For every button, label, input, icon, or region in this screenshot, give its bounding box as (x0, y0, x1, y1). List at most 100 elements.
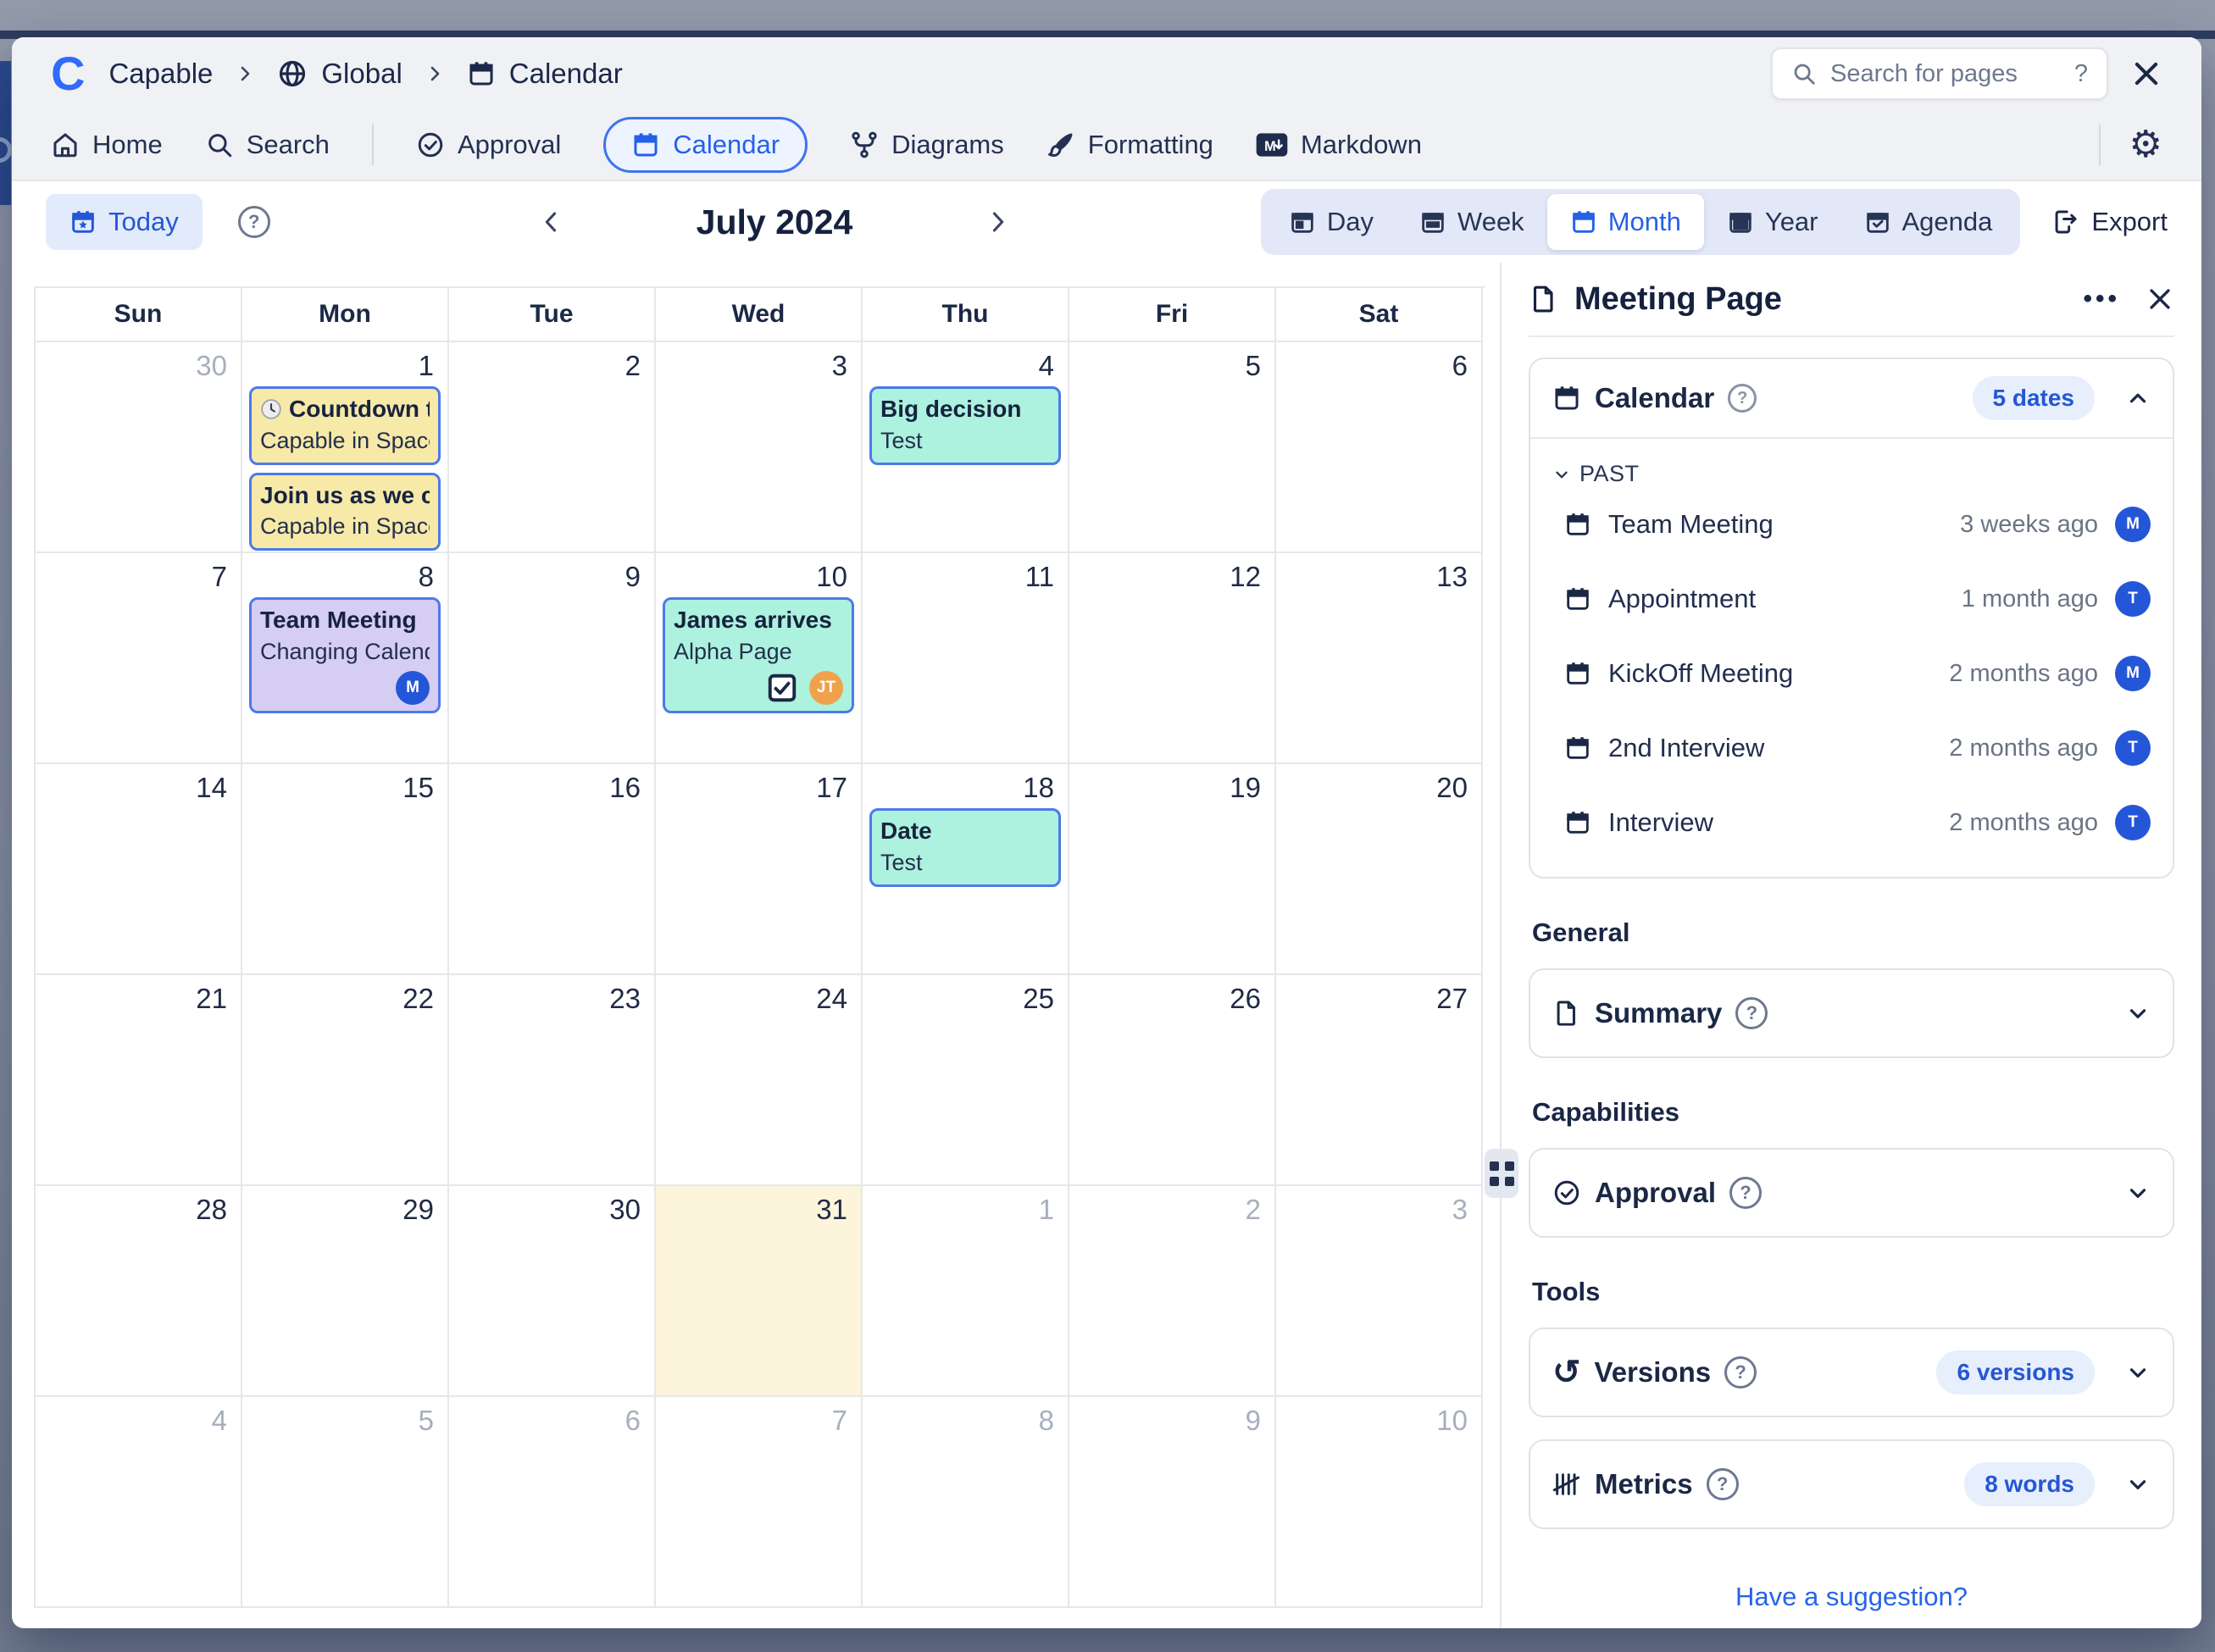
day-cell[interactable]: 17 (656, 764, 863, 975)
more-options-icon[interactable]: ••• (2083, 285, 2120, 313)
calendar-event-date-event[interactable]: DateTest (869, 808, 1061, 886)
breadcrumb-global[interactable]: Global (277, 58, 402, 90)
calendar-event-team-meeting[interactable]: Team MeetingChanging Calendar ...M (249, 597, 441, 712)
meeting-row[interactable]: 2nd Interview2 months agoT (1552, 711, 2151, 785)
versions-card-header[interactable]: ↺ Versions ? 6 versions (1530, 1329, 2173, 1416)
calendar-event-join-us[interactable]: Join us as we cou...Capable in Space L..… (249, 473, 441, 551)
page-search[interactable]: ? (1771, 47, 2108, 100)
day-cell[interactable]: 30 (36, 342, 242, 553)
day-cell[interactable]: 26 (1069, 975, 1276, 1186)
day-cell[interactable]: 7 (36, 553, 242, 764)
past-group-toggle[interactable]: PAST (1552, 461, 1640, 487)
day-cell[interactable]: 9 (1069, 1397, 1276, 1608)
day-cell[interactable]: 20 (1276, 764, 1483, 975)
day-cell[interactable]: 1Countdown to ...Capable in Space L...Jo… (242, 342, 449, 553)
breadcrumb-capable[interactable]: Capable (108, 58, 213, 90)
metrics-card-header[interactable]: Metrics ? 8 words (1530, 1441, 2173, 1527)
day-cell[interactable]: 15 (242, 764, 449, 975)
day-cell[interactable]: 3 (656, 342, 863, 553)
day-cell[interactable]: 22 (242, 975, 449, 1186)
nav-item-calendar[interactable]: Calendar (603, 117, 808, 173)
day-cell[interactable]: 30 (449, 1186, 656, 1397)
day-cell[interactable]: 16 (449, 764, 656, 975)
meeting-row[interactable]: Team Meeting3 weeks agoM (1552, 487, 2151, 562)
day-cell[interactable]: 6 (1276, 342, 1483, 553)
nav-item-markdown[interactable]: M Markdown (1256, 130, 1422, 160)
day-cell[interactable]: 4Big decisionTest (863, 342, 1069, 553)
day-cell[interactable]: 8 (863, 1397, 1069, 1608)
next-month-icon[interactable] (983, 208, 1012, 236)
day-cell[interactable]: 13 (1276, 553, 1483, 764)
day-cell[interactable]: 6 (449, 1397, 656, 1608)
day-cell[interactable]: 2 (1069, 1186, 1276, 1397)
approval-card-header[interactable]: Approval ? (1530, 1150, 2173, 1236)
capable-logo-icon[interactable]: C (51, 50, 83, 97)
day-cell[interactable]: 19 (1069, 764, 1276, 975)
nav-item-home[interactable]: Home (51, 130, 163, 160)
day-cell[interactable]: 21 (36, 975, 242, 1186)
day-cell[interactable]: 5 (1069, 342, 1276, 553)
suggestion-link[interactable]: Have a suggestion? (1735, 1582, 1968, 1612)
day-cell[interactable]: 4 (36, 1397, 242, 1608)
help-icon[interactable]: ? (1707, 1468, 1739, 1500)
chevron-down-icon[interactable] (2125, 1360, 2151, 1385)
checkbox-checked-icon[interactable] (767, 673, 797, 703)
panel-close-icon[interactable] (2146, 285, 2174, 313)
day-cell[interactable]: 24 (656, 975, 863, 1186)
day-cell[interactable]: 25 (863, 975, 1069, 1186)
day-cell[interactable]: 1 (863, 1186, 1069, 1397)
day-cell[interactable]: 8Team MeetingChanging Calendar ...M (242, 553, 449, 764)
search-input[interactable] (1830, 60, 2061, 88)
view-agenda-button[interactable]: Agenda (1841, 194, 2016, 250)
close-icon[interactable] (2130, 58, 2162, 90)
day-cell[interactable]: 14 (36, 764, 242, 975)
nav-item-search[interactable]: Search (205, 130, 330, 160)
help-icon[interactable]: ? (238, 206, 270, 238)
meeting-row[interactable]: KickOff Meeting2 months agoM (1552, 636, 2151, 711)
view-month-button[interactable]: Month (1547, 194, 1704, 250)
day-cell-today[interactable]: 31 (656, 1186, 863, 1397)
nav-item-diagrams[interactable]: Diagrams (850, 130, 1004, 160)
export-button[interactable]: Export (2051, 207, 2168, 237)
day-cell[interactable]: 12 (1069, 553, 1276, 764)
view-day-button[interactable]: Day (1266, 194, 1396, 250)
day-cell[interactable]: 2 (449, 342, 656, 553)
day-cell[interactable]: 27 (1276, 975, 1483, 1186)
day-cell[interactable]: 5 (242, 1397, 449, 1608)
day-cell[interactable]: 29 (242, 1186, 449, 1397)
nav-item-approval[interactable]: Approval (416, 130, 561, 160)
day-cell[interactable]: 28 (36, 1186, 242, 1397)
calendar-event-big-decision[interactable]: Big decisionTest (869, 386, 1061, 464)
chevron-down-icon[interactable] (2125, 1001, 2151, 1026)
summary-card-header[interactable]: Summary ? (1530, 970, 2173, 1056)
view-week-button[interactable]: Week (1396, 194, 1547, 250)
calendar-event-countdown[interactable]: Countdown to ...Capable in Space L... (249, 386, 441, 464)
day-cell[interactable]: 9 (449, 553, 656, 764)
day-cell[interactable]: 11 (863, 553, 1069, 764)
chevron-down-icon[interactable] (2125, 1472, 2151, 1497)
meeting-row[interactable]: Appointment1 month agoT (1552, 562, 2151, 636)
view-year-button[interactable]: Year (1704, 194, 1841, 250)
calendar-card-header[interactable]: Calendar ? 5 dates (1530, 359, 2173, 437)
calendar-event-james-arrives[interactable]: James arrivesAlpha PageJT (663, 597, 854, 712)
day-cell[interactable]: 3 (1276, 1186, 1483, 1397)
breadcrumb-calendar[interactable]: Calendar (467, 58, 623, 90)
gear-icon[interactable]: ⚙ (2129, 126, 2162, 164)
event-title: Big decision (880, 393, 1050, 425)
help-icon[interactable]: ? (1735, 997, 1768, 1029)
help-icon[interactable]: ? (1724, 1356, 1757, 1389)
today-button[interactable]: Today (46, 194, 203, 250)
day-cell[interactable]: 10 (1276, 1397, 1483, 1608)
chevron-up-icon[interactable] (2125, 385, 2151, 411)
panel-resize-handle[interactable] (1485, 1149, 1518, 1198)
help-icon[interactable]: ? (1728, 384, 1757, 413)
day-cell[interactable]: 7 (656, 1397, 863, 1608)
help-icon[interactable]: ? (1729, 1177, 1762, 1209)
nav-item-formatting[interactable]: Formatting (1046, 130, 1213, 160)
day-cell[interactable]: 23 (449, 975, 656, 1186)
meeting-row[interactable]: Interview2 months agoT (1552, 785, 2151, 860)
day-cell[interactable]: 10James arrivesAlpha PageJT (656, 553, 863, 764)
previous-month-icon[interactable] (537, 208, 566, 236)
day-cell[interactable]: 18DateTest (863, 764, 1069, 975)
chevron-down-icon[interactable] (2125, 1180, 2151, 1206)
